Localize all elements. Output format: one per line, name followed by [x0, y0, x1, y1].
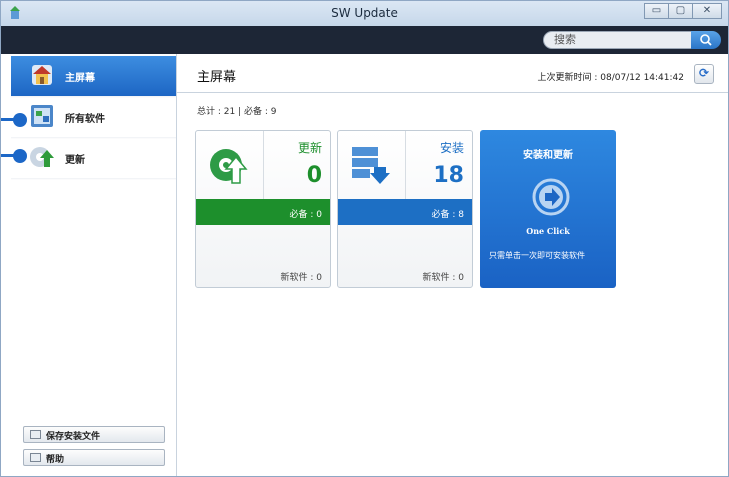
one-click-label: One Click: [526, 226, 570, 236]
main-header: 主屏幕 上次更新时间 : 08/07/12 14:41:42 ⟳: [177, 54, 728, 93]
button-label: 保存安装文件: [46, 432, 101, 442]
all-software-icon: [31, 105, 53, 127]
update-new-software-text: 新软件 : 0: [280, 273, 322, 283]
update-card[interactable]: 更新 0 必备 : 0 新软件 : 0: [195, 130, 331, 288]
update-count: 0: [306, 163, 322, 188]
minimize-button[interactable]: ▭: [644, 3, 669, 19]
search-input[interactable]: 搜索: [543, 31, 693, 49]
search-button[interactable]: [691, 31, 721, 49]
promo-title: 安装和更新: [523, 150, 573, 161]
summary-text: 总计 : 21 | 必备 : 9: [197, 107, 277, 117]
install-new-software-text: 新软件 : 0: [422, 273, 464, 283]
sidebar-item-home[interactable]: 主屏幕: [11, 56, 176, 96]
sidebar: 主屏幕 所有软件 更新 保存安装文件 帮助: [1, 54, 177, 476]
help-icon: [30, 453, 41, 462]
install-card-title: 安装: [439, 141, 464, 155]
sidebar-item-label: 主屏幕: [65, 73, 95, 84]
install-required-text: 必备 : 8: [431, 210, 464, 220]
refresh-icon: ⟳: [698, 66, 710, 80]
callout-dot: [13, 149, 27, 163]
promo-description: 只需单击一次即可安装软件: [489, 251, 585, 260]
update-card-icon: [210, 149, 248, 184]
divider: [263, 131, 264, 199]
search-bar: 搜索: [1, 26, 728, 54]
update-icon: [30, 147, 54, 167]
app-window: SW Update ▭ ▢ ✕ 搜索 主屏幕 所有软件 更新 保存安装文件 帮助…: [0, 0, 729, 477]
maximize-button[interactable]: ▢: [668, 3, 693, 19]
page-title: 主屏幕: [197, 70, 237, 85]
divider: [11, 178, 176, 180]
update-card-title: 更新: [297, 141, 322, 155]
button-label: 帮助: [46, 455, 65, 465]
last-update-text: 上次更新时间 : 08/07/12 14:41:42: [537, 73, 684, 83]
install-count: 18: [433, 163, 464, 188]
callout-dot: [13, 113, 27, 127]
install-card-icon: [352, 147, 390, 184]
sidebar-item-label: 更新: [65, 155, 85, 166]
help-button[interactable]: 帮助: [23, 449, 165, 466]
sidebar-item-label: 所有软件: [65, 114, 105, 125]
save-install-files-button[interactable]: 保存安装文件: [23, 426, 165, 443]
window-title: SW Update: [331, 6, 398, 20]
divider: [405, 131, 406, 199]
install-card[interactable]: 安装 18 必备 : 8 新软件 : 0: [337, 130, 473, 288]
home-icon: [32, 65, 52, 85]
update-required-bar: 必备 : 0: [196, 199, 330, 225]
title-bar: SW Update ▭ ▢ ✕: [1, 1, 728, 26]
search-icon: [700, 34, 712, 46]
save-icon: [30, 430, 41, 439]
sidebar-item-update[interactable]: 更新: [11, 138, 176, 178]
arrow-right-icon: [532, 178, 570, 216]
sidebar-item-all-software[interactable]: 所有软件: [11, 97, 176, 137]
main-content: 主屏幕 上次更新时间 : 08/07/12 14:41:42 ⟳ 总计 : 21…: [177, 54, 728, 476]
install-and-update-card[interactable]: 安装和更新 One Click 只需单击一次即可安装软件: [480, 130, 616, 288]
install-required-bar: 必备 : 8: [338, 199, 472, 225]
update-required-text: 必备 : 0: [289, 210, 322, 220]
close-button[interactable]: ✕: [692, 3, 722, 19]
refresh-button[interactable]: ⟳: [694, 64, 714, 84]
